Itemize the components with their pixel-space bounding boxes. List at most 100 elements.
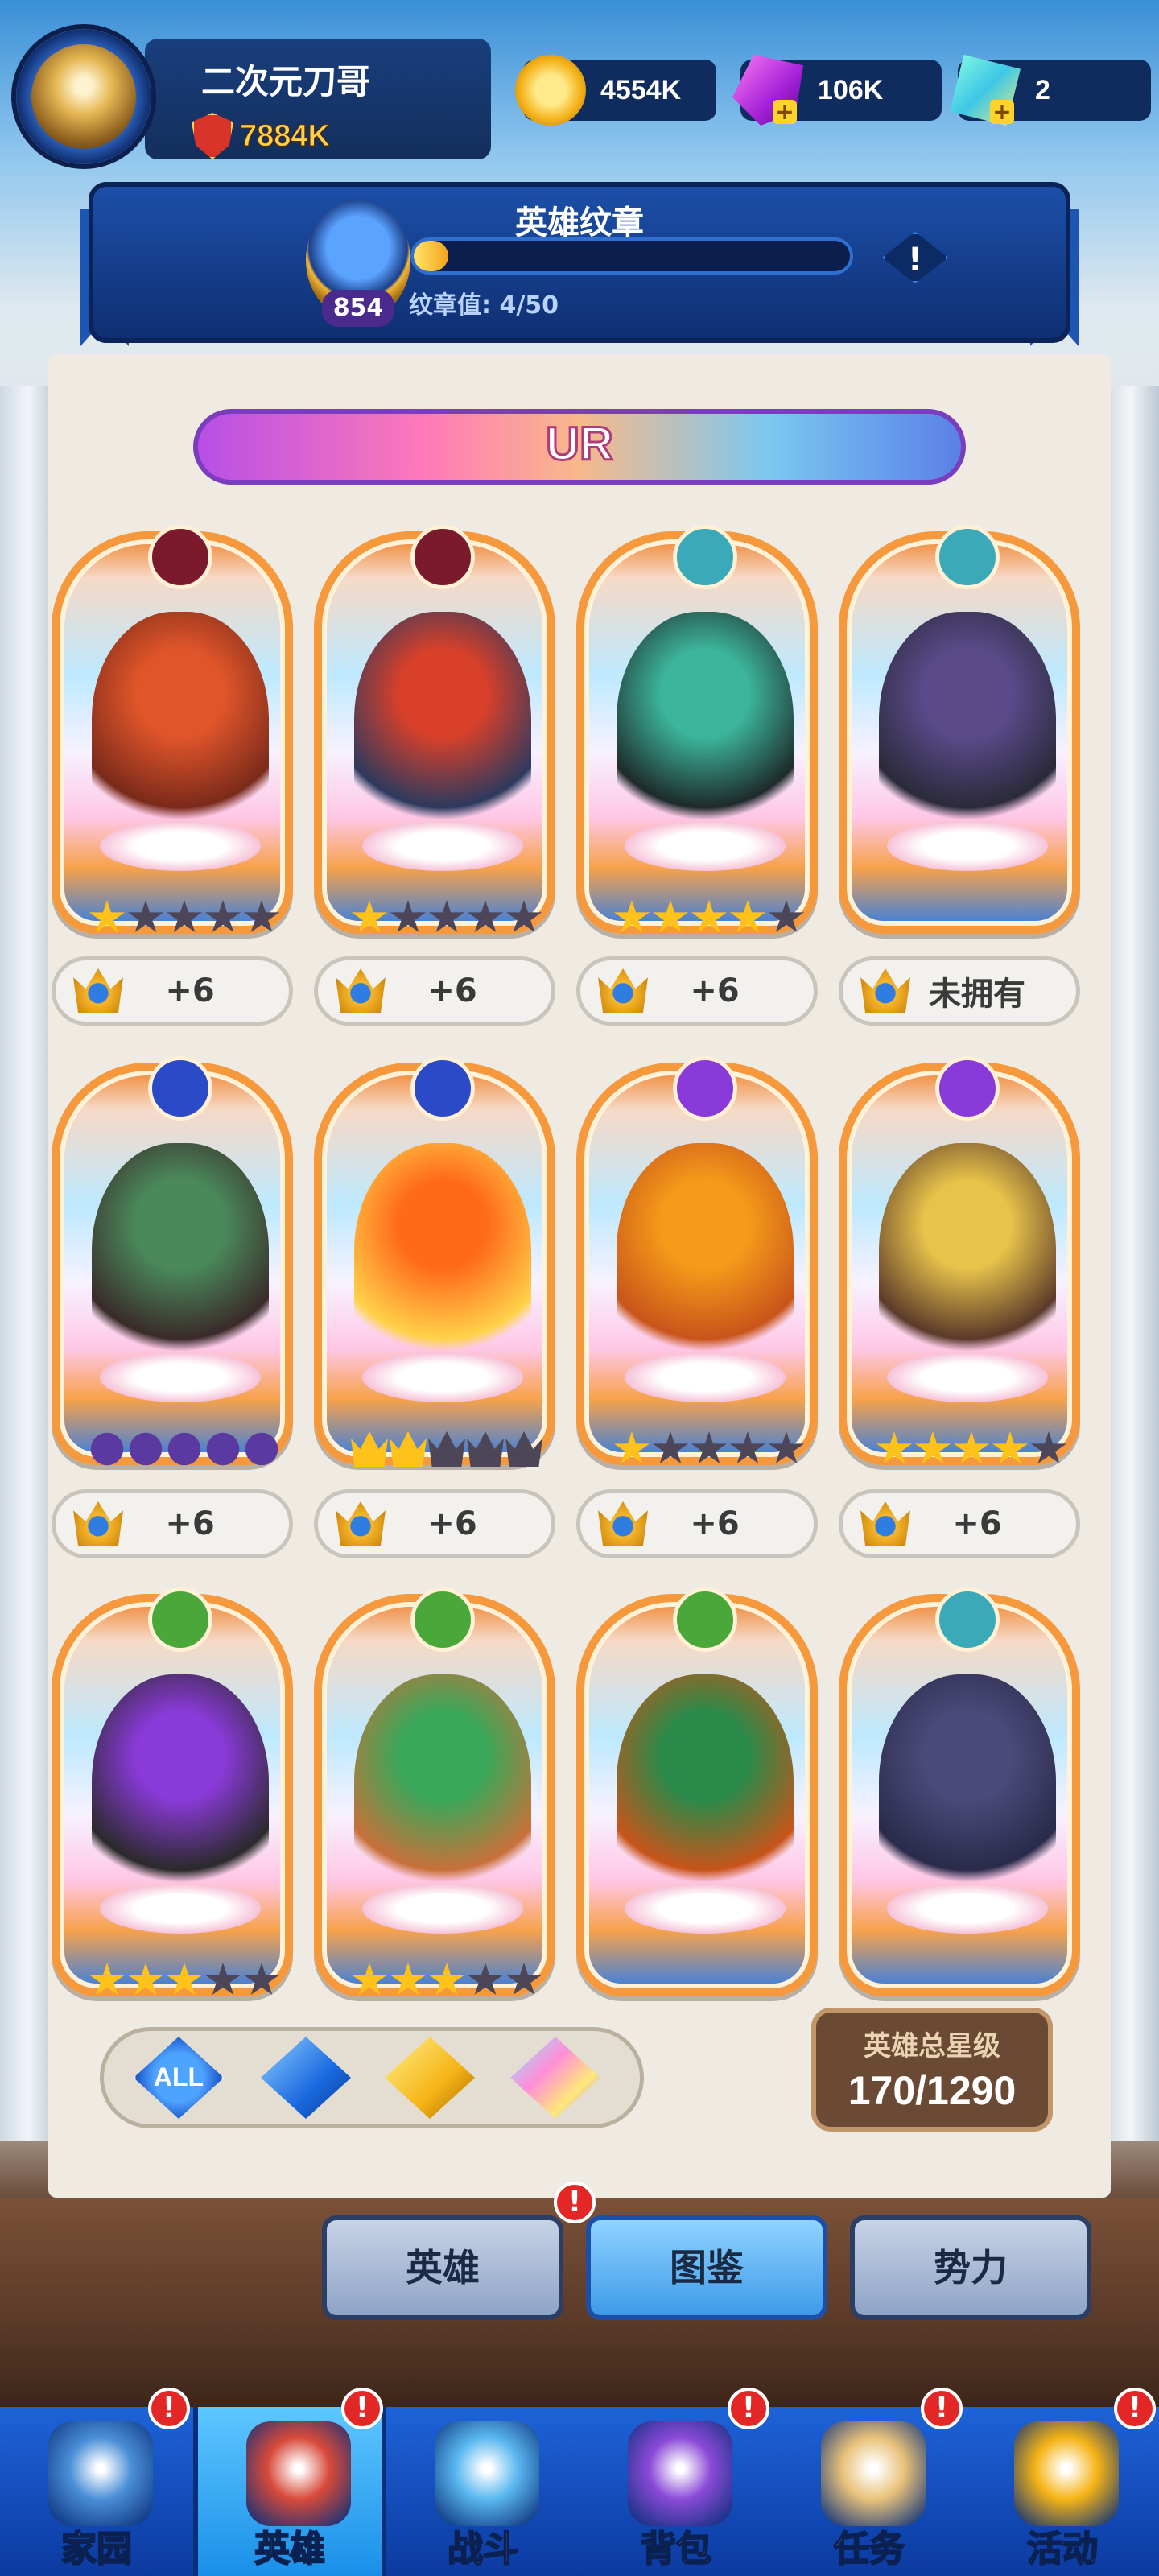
- hero-stars: [89, 1963, 280, 1998]
- tab-factions[interactable]: 势力: [850, 2215, 1091, 2320]
- star-icon: [1030, 1431, 1067, 1464]
- add-gem-icon[interactable]: +: [773, 100, 797, 124]
- faction-emblem-icon: [410, 1056, 475, 1121]
- star-icon: [768, 1431, 805, 1464]
- filter-all-label: ALL: [153, 2062, 204, 2091]
- hero-card[interactable]: [839, 1056, 1080, 1465]
- faction-emblem-icon: [935, 525, 1000, 589]
- badge-title: 英雄纹章: [515, 204, 644, 242]
- moon-rank-icon: [129, 1432, 163, 1466]
- nav-item[interactable]: 家园: [0, 2407, 193, 2576]
- star-icon: [204, 900, 241, 933]
- faction-emblem-icon: [673, 1587, 737, 1652]
- gem-currency[interactable]: + 106K: [732, 55, 942, 126]
- hero-card[interactable]: [52, 1587, 293, 1998]
- star-icon: [876, 1431, 913, 1464]
- hero-badge-value: +6: [952, 1505, 1002, 1542]
- tab-heroes[interactable]: 英雄: [322, 2215, 563, 2320]
- hero-card[interactable]: [576, 525, 818, 934]
- star-icon: [691, 900, 728, 933]
- faction-emblem-icon: [673, 1056, 737, 1121]
- golden-knight-avatar-icon: [31, 44, 136, 149]
- crown-rank-icon: [428, 1431, 465, 1467]
- star-icon: [204, 1963, 241, 1996]
- hero-badge-pill[interactable]: 未拥有: [839, 956, 1080, 1026]
- crown-badge-icon: [598, 968, 648, 1013]
- moon-rank-icon: [206, 1432, 240, 1466]
- faction-emblem-icon: [410, 525, 475, 589]
- crown-badge-icon: [860, 1501, 910, 1546]
- power-value: 7884K: [240, 118, 331, 153]
- badge-progress-track: [410, 237, 853, 275]
- nav-label: 任务: [833, 2528, 905, 2570]
- star-icon: [243, 900, 280, 933]
- crystal-currency[interactable]: + 2: [950, 55, 1151, 126]
- hero-card[interactable]: [576, 1056, 818, 1467]
- hero-badge-pill[interactable]: +6: [576, 1489, 818, 1558]
- star-icon: [652, 1431, 689, 1464]
- druid-rider-icon: [92, 1674, 269, 1908]
- alert-badge: !: [1114, 2388, 1156, 2429]
- star-icon: [505, 1963, 542, 1996]
- badge-progress-text: 纹章值: 4/50: [409, 291, 559, 320]
- hero-badge-pill[interactable]: +6: [314, 1489, 555, 1558]
- faction-emblem-icon: [410, 1587, 475, 1652]
- hero-badge-pill[interactable]: +6: [52, 1489, 293, 1558]
- crown-badge-icon: [336, 1501, 386, 1546]
- star-icon: [992, 1431, 1029, 1464]
- star-icon: [351, 1963, 388, 1996]
- fire-paladin-icon: [617, 1143, 794, 1377]
- hero-badge-value: +6: [165, 1505, 215, 1542]
- star-icon: [243, 1963, 280, 1996]
- nav-label: 战斗: [447, 2528, 519, 2570]
- elf-archer-icon: [617, 1674, 794, 1908]
- hero-stars: [613, 1431, 805, 1467]
- hero-badge-value: +6: [165, 972, 215, 1009]
- orc-warrior-icon: [354, 612, 531, 845]
- dark-elf-icon: [879, 612, 1056, 845]
- hero-card[interactable]: [52, 525, 293, 934]
- hero-card[interactable]: [576, 1587, 818, 1996]
- nav-item[interactable]: 背包: [580, 2407, 773, 2576]
- hero-badge-pill[interactable]: +6: [314, 956, 555, 1026]
- total-stars-value: 170/1290: [848, 2068, 1017, 2113]
- star-icon: [467, 1963, 504, 1996]
- gold-currency[interactable]: 4554K: [515, 55, 716, 126]
- hero-card[interactable]: [314, 1056, 555, 1467]
- hero-stars: [351, 1431, 542, 1467]
- phoenix-hero-icon: [354, 1143, 531, 1377]
- star-icon: [390, 900, 427, 933]
- star-icon: [390, 1963, 427, 1996]
- nav-item[interactable]: 活动: [966, 2407, 1159, 2576]
- player-avatar[interactable]: [11, 24, 156, 169]
- hero-badge-value: +6: [427, 972, 477, 1009]
- crown-rank-icon: [467, 1431, 504, 1467]
- quest-scroll-icon: [821, 2421, 926, 2526]
- hero-card[interactable]: [839, 1587, 1080, 1996]
- faction-emblem-icon: [148, 525, 212, 589]
- add-crystal-icon[interactable]: +: [990, 100, 1014, 124]
- star-icon: [428, 1963, 465, 1996]
- hero-card[interactable]: [314, 1587, 555, 1996]
- alert-badge: !: [554, 2182, 596, 2223]
- hero-card[interactable]: [52, 1056, 293, 1466]
- hero-badge-pill[interactable]: +6: [52, 956, 293, 1026]
- star-icon: [953, 1431, 990, 1464]
- rarity-label: UR: [545, 417, 615, 472]
- nav-label: 家园: [60, 2528, 133, 2570]
- nav-item[interactable]: 英雄: [193, 2407, 386, 2576]
- hero-card[interactable]: [314, 525, 555, 934]
- hero-badge-pill[interactable]: +6: [576, 956, 818, 1026]
- power-shield-icon: [192, 113, 233, 159]
- hero-badge-pill[interactable]: +6: [839, 1489, 1080, 1558]
- hero-badge-value: +6: [690, 1505, 740, 1542]
- tab-codex[interactable]: 图鉴: [586, 2215, 827, 2320]
- badge-progress-fill: [414, 241, 448, 271]
- faction-emblem-icon: [148, 1587, 212, 1652]
- nav-label: 背包: [640, 2528, 712, 2570]
- nav-item[interactable]: 任务: [773, 2407, 966, 2576]
- hero-card[interactable]: [839, 525, 1080, 934]
- nav-item[interactable]: 战斗: [386, 2407, 580, 2576]
- demon-hero-icon: [92, 612, 269, 845]
- gem-value: 106K: [818, 74, 884, 105]
